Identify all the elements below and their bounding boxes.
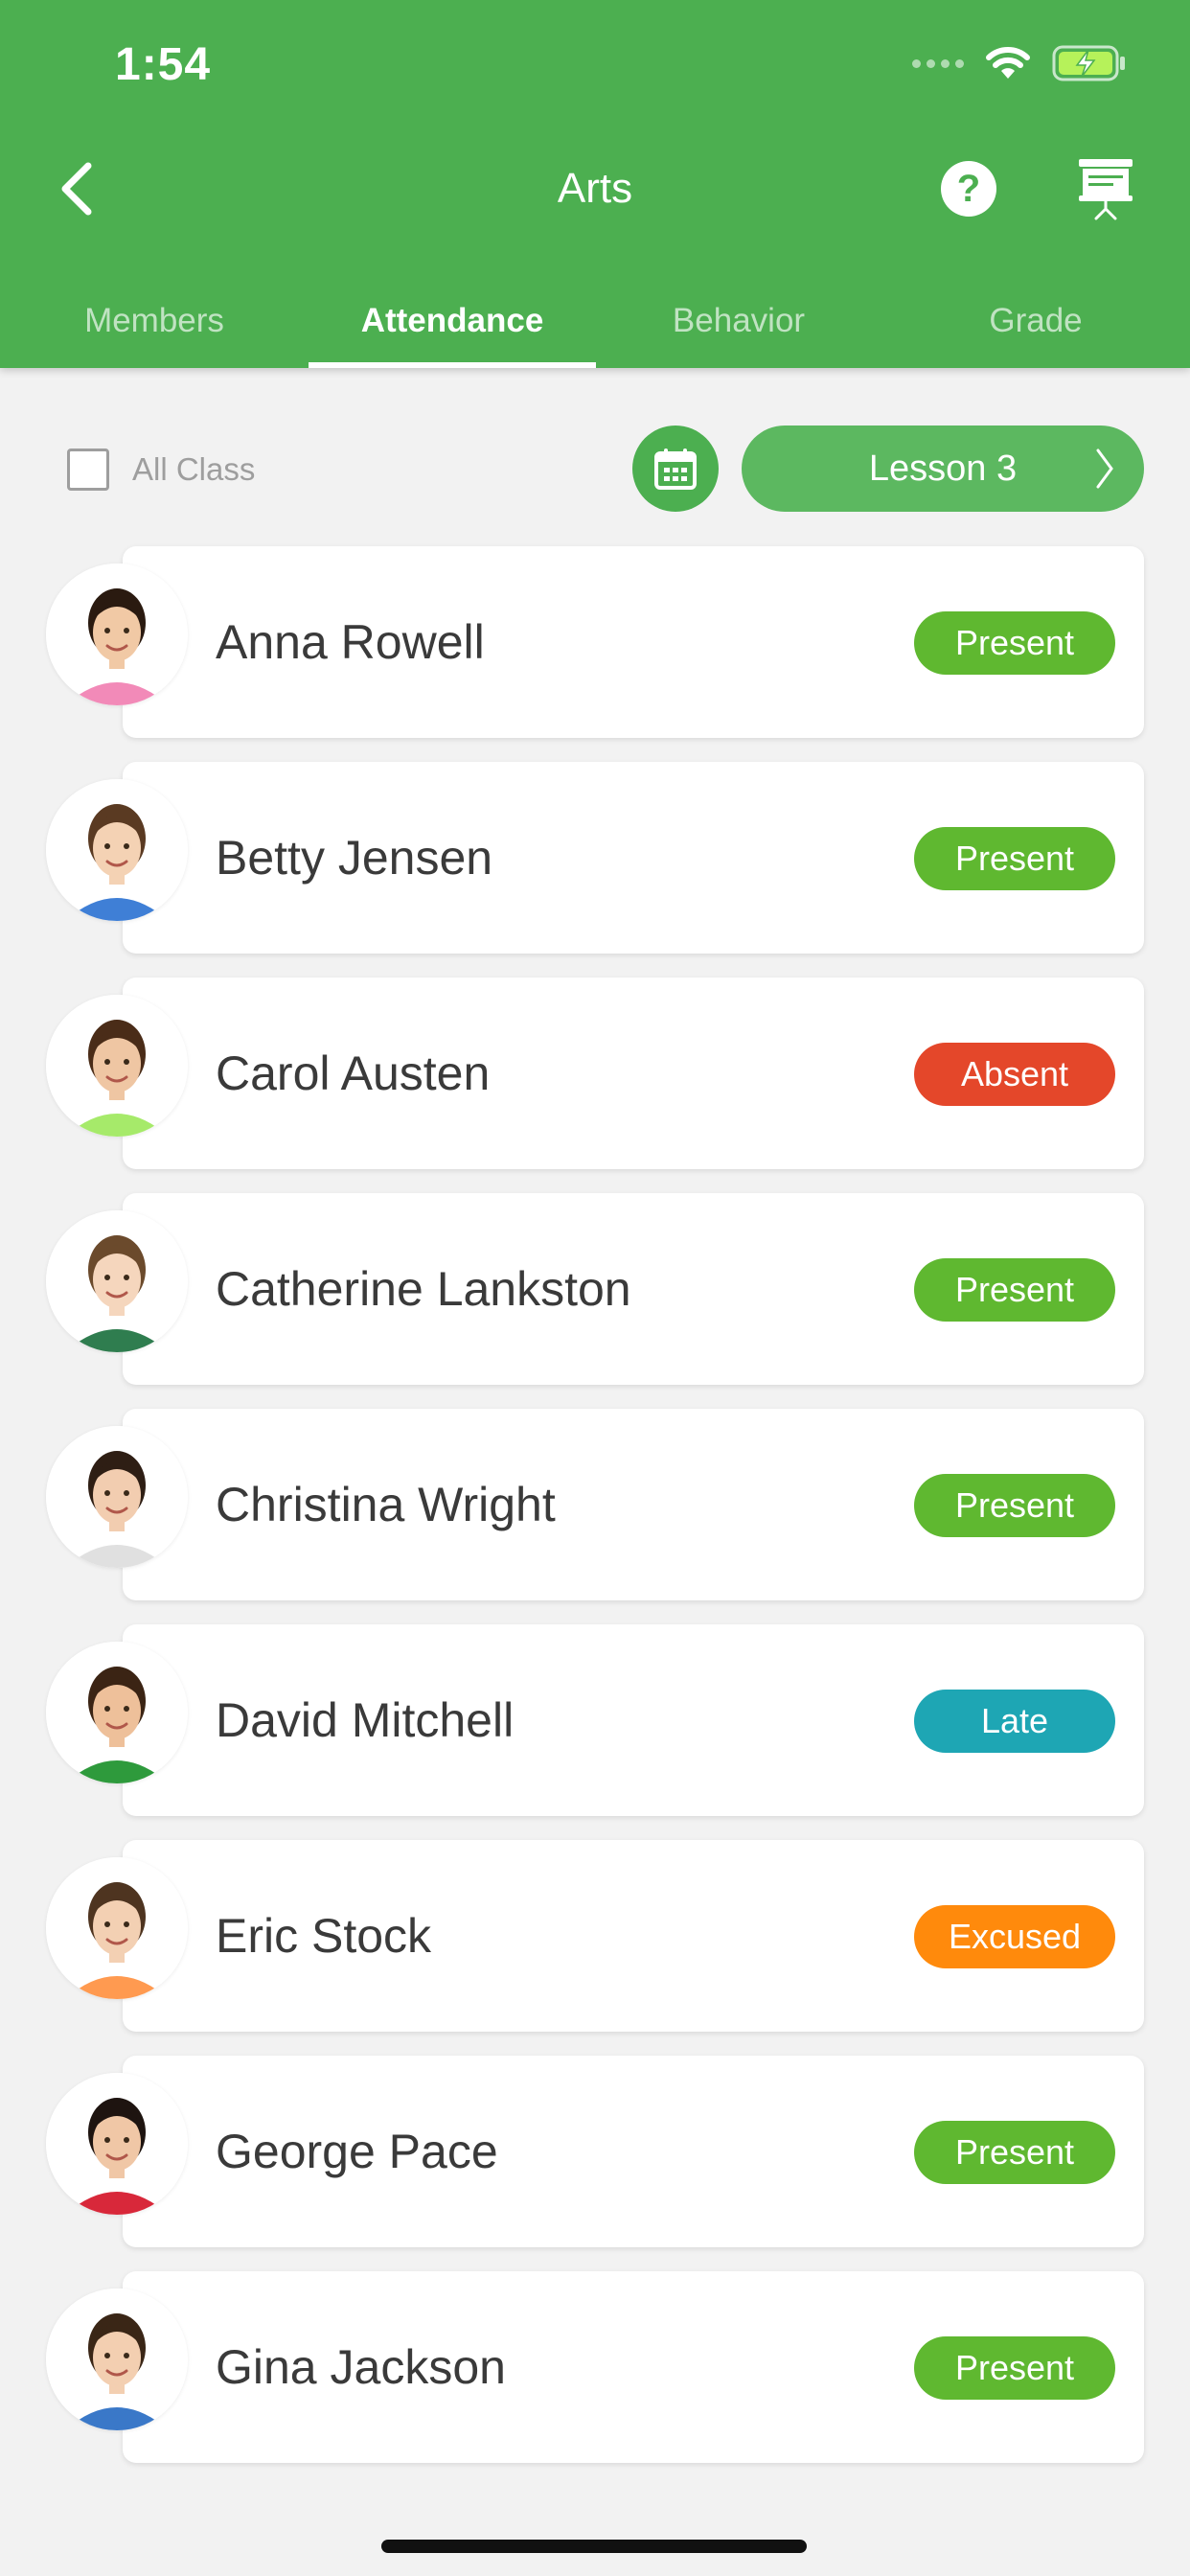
status-icons: [912, 42, 1127, 84]
student-row[interactable]: Anna Rowell Present: [0, 546, 1190, 738]
student-avatar: [46, 1210, 188, 1352]
presentation-board-icon: [1079, 159, 1133, 220]
student-name: Eric Stock: [216, 1909, 432, 1963]
lesson-label: Lesson 3: [868, 448, 1018, 489]
student-avatar: [46, 564, 188, 705]
tab-behavior[interactable]: Behavior: [596, 273, 881, 368]
tab-bar: Members Attendance Behavior Grade: [0, 273, 1190, 368]
student-avatar: [46, 995, 188, 1137]
all-class-toggle[interactable]: All Class: [67, 448, 255, 491]
attendance-status-badge[interactable]: Present: [914, 1474, 1115, 1537]
student-name: Gina Jackson: [216, 2340, 506, 2394]
student-row[interactable]: Christina Wright Present: [0, 1409, 1190, 1600]
home-indicator: [381, 2540, 807, 2553]
student-avatar: [46, 1426, 188, 1568]
attendance-status-badge[interactable]: Present: [914, 2336, 1115, 2400]
student-avatar: [46, 2073, 188, 2215]
attendance-status-badge[interactable]: Late: [914, 1690, 1115, 1753]
tab-grade[interactable]: Grade: [881, 273, 1190, 368]
all-class-label: All Class: [132, 451, 256, 487]
all-class-checkbox[interactable]: [67, 448, 109, 491]
question-mark-icon: ?: [956, 167, 981, 210]
student-avatar: [46, 1642, 188, 1783]
attendance-toolbar: All Class Lesson 3: [0, 422, 1190, 518]
chevron-right-icon: [1096, 448, 1113, 489]
attendance-status-badge[interactable]: Present: [914, 827, 1115, 890]
lesson-selector[interactable]: Lesson 3: [742, 426, 1144, 512]
attendance-status-badge[interactable]: Absent: [914, 1043, 1115, 1106]
cellular-signal-icon: [912, 58, 964, 68]
battery-charging-icon: [1052, 45, 1125, 81]
student-name: Carol Austen: [216, 1046, 491, 1100]
status-time: 1:54: [115, 39, 212, 90]
page-title: Arts: [557, 165, 633, 212]
attendance-status-badge[interactable]: Present: [914, 611, 1115, 675]
student-row[interactable]: Betty Jensen Present: [0, 762, 1190, 954]
wifi-icon: [986, 47, 1030, 79]
calendar-icon: [654, 448, 697, 490]
student-name: Betty Jensen: [216, 831, 493, 885]
student-row[interactable]: Eric Stock Excused: [0, 1840, 1190, 2032]
student-row[interactable]: Gina Jackson Present: [0, 2271, 1190, 2463]
student-row[interactable]: Catherine Lankston Present: [0, 1193, 1190, 1385]
student-avatar: [46, 2288, 188, 2430]
student-name: Anna Rowell: [216, 615, 485, 669]
student-name: George Pace: [216, 2125, 498, 2178]
tab-attendance[interactable]: Attendance: [309, 273, 596, 368]
attendance-status-badge[interactable]: Present: [914, 2121, 1115, 2184]
student-avatar: [46, 1857, 188, 1999]
attendance-status-badge[interactable]: Excused: [914, 1905, 1115, 1968]
student-name: Catherine Lankston: [216, 1262, 631, 1316]
student-row[interactable]: David Mitchell Late: [0, 1624, 1190, 1816]
presentation-button[interactable]: [1077, 157, 1134, 220]
student-row[interactable]: George Pace Present: [0, 2056, 1190, 2247]
help-button[interactable]: ?: [941, 161, 996, 217]
student-name: David Mitchell: [216, 1693, 515, 1747]
student-name: Christina Wright: [216, 1478, 556, 1531]
student-row[interactable]: Carol Austen Absent: [0, 978, 1190, 1169]
tab-members[interactable]: Members: [0, 273, 309, 368]
calendar-button[interactable]: [632, 426, 719, 512]
app-header: 1:54 Arts ? Members Attendance Behavior …: [0, 0, 1190, 368]
student-avatar: [46, 779, 188, 921]
attendance-status-badge[interactable]: Present: [914, 1258, 1115, 1322]
